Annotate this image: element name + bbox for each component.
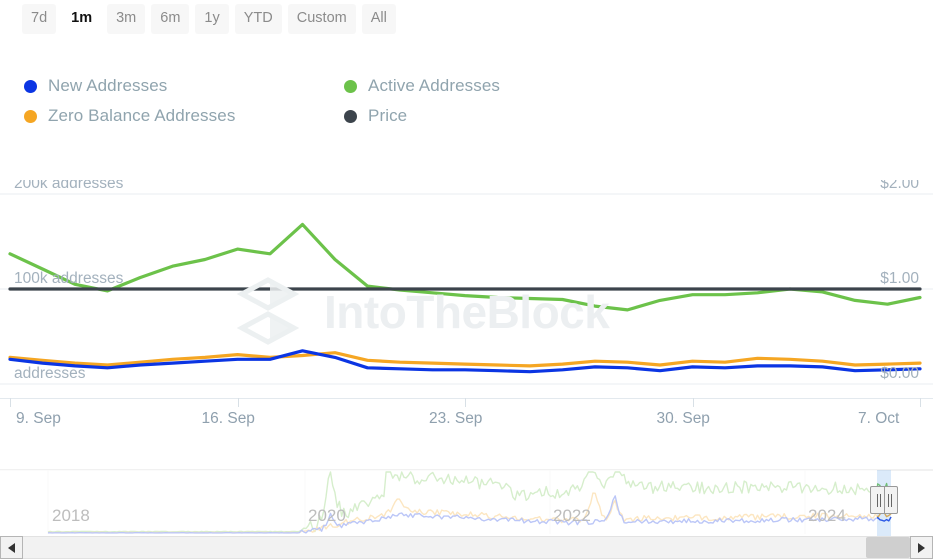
x-axis-tick-label-3: 30. Sep [656,410,710,427]
x-axis-line [0,398,933,399]
x-axis-tick-mark-2 [465,398,466,407]
range-button-all[interactable]: All [361,4,396,34]
chart-svg: addresses 100k addresses 200k addresses $0… [0,180,933,385]
scroll-right-arrow-icon[interactable] [910,536,933,559]
y-axis-right-tick-1: $1.00 [880,270,919,287]
legend-label-new-addresses: New Addresses [48,76,168,95]
legend-dot-icon-active-addresses [344,79,357,93]
legend-item-new-addresses[interactable]: New Addresses [24,73,344,99]
legend-dot-icon-new-addresses [24,79,37,93]
navigator-handle-icon[interactable] [870,486,898,514]
series-lines [8,222,922,374]
x-axis-tick-mark-1 [237,398,239,407]
x-axis-tick-label-0: 9. Sep [16,410,61,427]
navigator-series [47,471,892,534]
navigator-year-label-2018: 2018 [52,506,90,525]
y-axis-left-tick-2: 200k addresses [14,180,124,192]
range-button-1m[interactable]: 1m [62,4,102,34]
y-axis-right-labels: $0.00 $1.00 $2.00 [880,180,919,382]
y-axis-right-tick-0: $0.00 [880,365,919,382]
navigator-series-zero-balance-addresses [47,492,892,534]
navigator-svg [0,469,933,534]
legend-label-zero-balance-addresses: Zero Balance Addresses [48,106,236,125]
navigator-year-label-2024: 2024 [808,506,846,525]
navigator-year-label-2020: 2020 [308,506,346,525]
range-button-3m[interactable]: 3m [107,4,146,34]
range-button-ytd[interactable]: YTD [234,4,282,34]
range-button-7d[interactable]: 7d [22,4,57,34]
x-axis-tick-mark-3 [692,398,694,407]
x-axis-tick-label-4: 7. Oct [858,410,900,427]
chart-plot-area[interactable]: addresses 100k addresses 200k addresses $0… [0,180,933,404]
scroll-left-arrow-icon[interactable] [0,536,23,559]
legend-label-active-addresses: Active Addresses [368,76,500,95]
range-selector: 7d 1m 3m 6m 1y YTD Custom All [22,4,396,34]
legend-dot-icon-zero-balance-addresses [24,109,37,123]
legend-dot-icon-price [344,109,357,123]
chart-legend: New Addresses Active Addresses Zero Bala… [24,73,644,129]
legend-item-price[interactable]: Price [344,103,644,129]
scrollbar-track[interactable] [23,536,910,559]
legend-label-price: Price [368,106,408,125]
range-button-6m[interactable]: 6m [151,4,190,34]
series-line-active-addresses [8,222,922,312]
legend-item-zero-balance-addresses[interactable]: Zero Balance Addresses [24,103,344,129]
chart-navigator[interactable]: 2018 2020 2022 2024 [0,464,933,536]
scrollbar-thumb[interactable] [866,537,910,558]
x-axis-tick-label-2: 23. Sep [429,410,483,427]
y-axis-right-tick-2: $2.00 [880,180,919,192]
x-axis: 9. Sep 16. Sep 23. Sep 30. Sep 7. Oct [0,398,933,442]
navigator-series-active-addresses [47,471,892,533]
legend-item-active-addresses[interactable]: Active Addresses [344,73,644,99]
y-axis-left-tick-0: addresses [14,365,86,382]
navigator-year-label-2022: 2022 [553,506,591,525]
y-axis-left-tick-1: 100k addresses [14,270,124,287]
x-axis-tick-label-1: 16. Sep [201,410,255,427]
horizontal-scrollbar[interactable] [0,536,933,559]
range-button-1y[interactable]: 1y [195,4,229,34]
range-button-custom[interactable]: Custom [287,4,356,34]
x-axis-tick-mark-0 [10,398,11,407]
x-axis-tick-mark-4 [920,398,921,407]
y-axis-left-labels: addresses 100k addresses 200k addresses [14,180,124,382]
